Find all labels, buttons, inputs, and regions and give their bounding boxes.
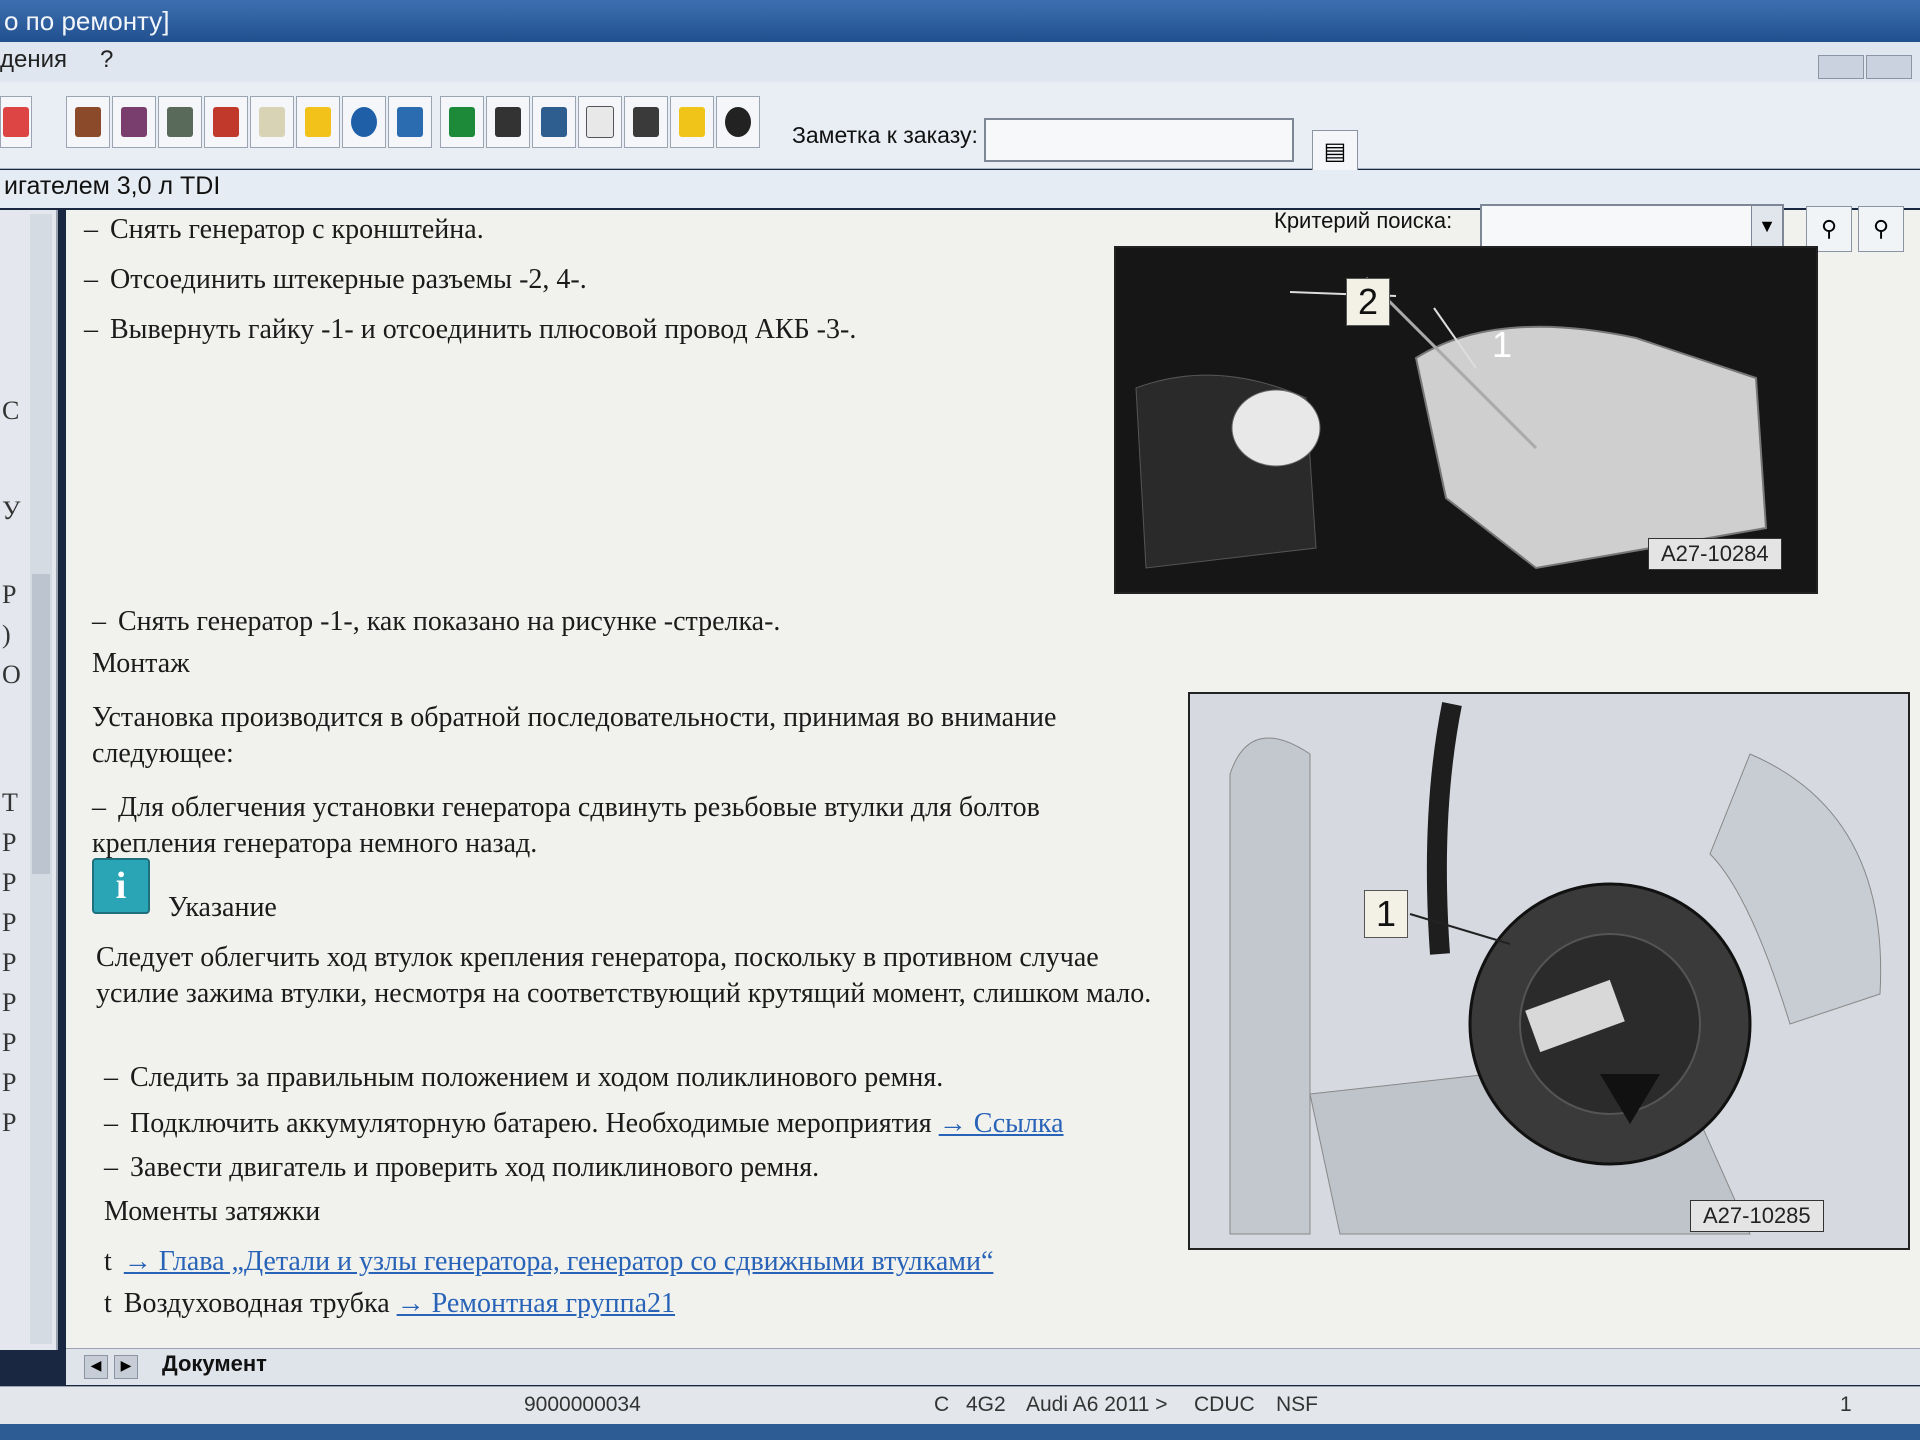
step-move-sleeves: – Для облегчения установки генератора сдв… <box>92 792 1040 859</box>
tab-prev-button[interactable]: ◀ <box>84 1355 108 1379</box>
status-order-number: 9000000034 <box>524 1393 641 1416</box>
check-icon[interactable] <box>578 96 622 148</box>
step-remove-from-bracket: – Снять генератор с кронштейна. <box>84 214 484 245</box>
torque-item-air-duct: t Воздуховодная трубка → Ремонтная группа… <box>104 1288 676 1319</box>
status-engine: CDUC <box>1194 1393 1255 1416</box>
nav-fragment[interactable]: Р <box>2 988 16 1018</box>
nav-fragment[interactable]: Т <box>2 788 18 818</box>
menu-item-view[interactable]: дения <box>0 46 67 74</box>
note-text: Следует облегчить ход втулок крепления г… <box>96 942 1152 1009</box>
nav-fragment[interactable]: О <box>2 660 21 690</box>
catalog-icon[interactable] <box>66 96 110 148</box>
menu-item-help[interactable]: ? <box>100 46 113 74</box>
truck-icon[interactable] <box>532 96 576 148</box>
nav-fragment[interactable]: С <box>2 396 19 426</box>
figure2-code: A27-10285 <box>1690 1200 1824 1232</box>
menu-bar: дения ? <box>0 42 1920 83</box>
help-icon[interactable] <box>670 96 714 148</box>
install-intro: Установка производится в обратной послед… <box>92 702 1057 769</box>
document-subtitle-bar: игателем 3,0 л TDI <box>0 170 1920 208</box>
list-icon[interactable] <box>250 96 294 148</box>
edit-icon[interactable] <box>624 96 668 148</box>
window-titlebar: о по ремонту] <box>0 0 1920 42</box>
nav-scrollbar[interactable] <box>30 214 52 1344</box>
figure2-callout-1: 1 <box>1364 890 1408 938</box>
status-nsf: NSF <box>1276 1393 1318 1416</box>
stack-icon[interactable] <box>716 96 760 148</box>
figure-icon[interactable] <box>158 96 202 148</box>
heading-installation: Монтаж <box>92 648 190 679</box>
toolbar: Заметка к заказу: ▤ <box>0 82 1920 174</box>
nav-fragment[interactable]: Р <box>2 908 16 938</box>
nav-fragment[interactable]: У <box>2 496 20 526</box>
nav-fragment[interactable]: Р <box>2 1068 16 1098</box>
order-note-icon[interactable]: ▤ <box>1312 130 1358 174</box>
find-prev-icon[interactable]: ⚲ <box>1858 206 1904 252</box>
step-start-engine: – Завести двигатель и проверить ход полик… <box>104 1152 820 1183</box>
figure1-code: A27-10284 <box>1648 538 1782 570</box>
nav-fragment[interactable]: Р <box>2 1108 16 1138</box>
grid-icon[interactable] <box>112 96 156 148</box>
status-vehicle: Audi A6 2011 > <box>1026 1393 1168 1416</box>
document-subtitle: игателем 3,0 л TDI <box>4 172 221 200</box>
figure1-callout-1: 1 <box>1492 324 1513 365</box>
heading-torque: Моменты затяжки <box>104 1196 321 1227</box>
order-note-input[interactable] <box>984 118 1294 162</box>
figure1-callout-2: 2 <box>1346 278 1390 326</box>
figure-battery-cable: 2 1 A27-10284 <box>1114 246 1818 594</box>
step-connect-battery: – Подключить аккумуляторную батарею. Необ… <box>104 1108 1064 1139</box>
repair-group-link[interactable]: → Ремонтная группа21 <box>397 1288 675 1319</box>
status-model-code: 4G2 <box>966 1393 1006 1416</box>
step-unscrew-nut: – Вывернуть гайку -1- и отсоединить плюсо… <box>84 314 857 345</box>
battery-link[interactable]: → Ссылка <box>939 1108 1064 1139</box>
search-criteria-select[interactable]: ▼ <box>1480 204 1784 248</box>
nav-scrollbar-thumb[interactable] <box>32 574 50 874</box>
nav-fragment[interactable]: Р <box>2 580 16 610</box>
nav-fragment[interactable]: Р <box>2 828 16 858</box>
tab-bar: ◀ ▶ Документ <box>66 1348 1920 1385</box>
warning-icon[interactable] <box>296 96 340 148</box>
window-title: о по ремонту] <box>4 6 170 36</box>
nav-fragment[interactable]: Р <box>2 1028 16 1058</box>
nav-fragment[interactable]: Р <box>2 868 16 898</box>
book-icon[interactable] <box>204 96 248 148</box>
restore-button[interactable] <box>1866 55 1912 79</box>
save-icon[interactable] <box>388 96 432 148</box>
taskbar <box>0 1424 1920 1440</box>
car-icon[interactable] <box>486 96 530 148</box>
torque-item-generator: t → Глава „Детали и узлы генератора, гене… <box>104 1246 994 1277</box>
nav-fragment[interactable]: ) <box>2 620 11 650</box>
globe-icon[interactable] <box>342 96 386 148</box>
info-icon: i <box>92 858 150 914</box>
tab-next-button[interactable]: ▶ <box>114 1355 138 1379</box>
generator-drawing <box>1190 694 1908 1248</box>
tab-document[interactable]: Документ <box>162 1351 267 1377</box>
step-remove-generator: – Снять генератор -1-, как показано на ри… <box>92 606 781 637</box>
nav-fragment[interactable]: Р <box>2 948 16 978</box>
figure-generator: 1 A27-10285 <box>1188 692 1910 1250</box>
chevron-down-icon[interactable]: ▼ <box>1751 206 1782 246</box>
minimize-button[interactable] <box>1818 55 1864 79</box>
search-criteria-label: Критерий поиска: <box>1274 208 1453 233</box>
generator-chapter-link[interactable]: → Глава „Детали и узлы генератора, генер… <box>124 1246 994 1277</box>
pen-icon[interactable] <box>440 96 484 148</box>
note-title: Указание <box>168 892 277 923</box>
status-page: 1 <box>1840 1393 1852 1416</box>
status-c: C <box>934 1393 950 1416</box>
back-icon[interactable] <box>0 96 32 148</box>
step-check-belt: – Следить за правильным положением и ходо… <box>104 1062 944 1093</box>
status-bar: 9000000034 C 4G2 Audi A6 2011 > CDUC NSF… <box>0 1386 1920 1427</box>
order-note-label: Заметка к заказу: <box>792 122 978 148</box>
step-disconnect-connectors: – Отсоединить штекерные разъемы -2, 4-. <box>84 264 587 295</box>
